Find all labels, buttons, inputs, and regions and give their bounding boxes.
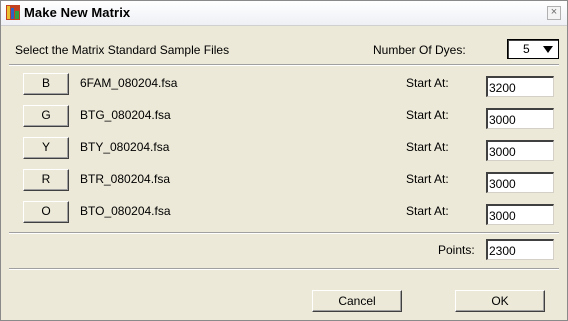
start-at-input-g[interactable]: [486, 108, 554, 129]
dye-button-r[interactable]: R: [23, 169, 69, 191]
points-label: Points:: [438, 243, 475, 257]
separator: [9, 64, 559, 66]
start-at-label: Start At:: [406, 172, 449, 186]
sample-file-name: 6FAM_080204.fsa: [80, 76, 178, 90]
window-title: Make New Matrix: [24, 5, 131, 20]
chevron-down-icon[interactable]: [543, 46, 553, 53]
sample-file-name: BTY_080204.fsa: [80, 140, 170, 154]
dye-button-y[interactable]: Y: [23, 137, 69, 159]
ok-button[interactable]: OK: [455, 290, 545, 312]
sample-file-name: BTG_080204.fsa: [80, 108, 171, 122]
dye-button-g[interactable]: G: [23, 105, 69, 127]
cancel-button[interactable]: Cancel: [312, 290, 402, 312]
sample-file-name: BTO_080204.fsa: [80, 204, 171, 218]
separator: [9, 232, 559, 234]
start-at-label: Start At:: [406, 108, 449, 122]
make-new-matrix-dialog: Make New Matrix × Select the Matrix Stan…: [0, 0, 568, 321]
dye-button-b[interactable]: B: [23, 73, 69, 95]
number-of-dyes-label: Number Of Dyes:: [373, 43, 466, 57]
start-at-input-b[interactable]: [486, 76, 554, 97]
start-at-label: Start At:: [406, 140, 449, 154]
number-of-dyes-value: 5: [523, 42, 530, 56]
start-at-input-r[interactable]: [486, 172, 554, 193]
points-input[interactable]: [486, 239, 554, 260]
sample-file-name: BTR_080204.fsa: [80, 172, 171, 186]
title-bar[interactable]: Make New Matrix ×: [1, 1, 567, 26]
start-at-label: Start At:: [406, 76, 449, 90]
start-at-input-o[interactable]: [486, 204, 554, 225]
number-of-dyes-select[interactable]: 5: [507, 39, 559, 59]
instruction-text: Select the Matrix Standard Sample Files: [15, 43, 230, 57]
separator: [9, 268, 559, 270]
start-at-input-y[interactable]: [486, 140, 554, 161]
dye-button-o[interactable]: O: [23, 201, 69, 223]
start-at-label: Start At:: [406, 204, 449, 218]
app-icon: [6, 5, 20, 20]
close-button[interactable]: ×: [547, 6, 561, 20]
